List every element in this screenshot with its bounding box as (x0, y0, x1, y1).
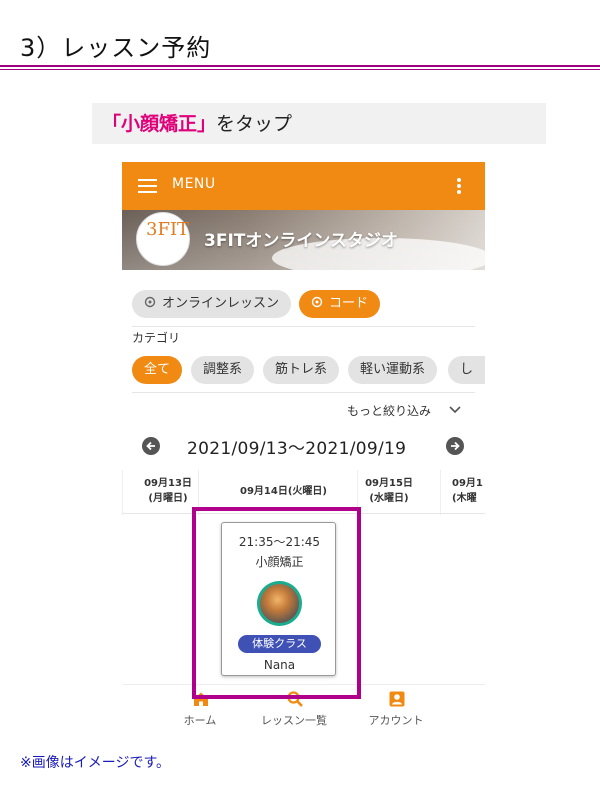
chip-online-lesson[interactable]: オンラインレッスン (132, 290, 292, 318)
instruction-highlight: 「小顔矯正」 (102, 113, 217, 135)
instruction-text: をタップ (216, 113, 293, 135)
day-header-mon: 09月13日 (月曜日) (132, 476, 204, 506)
heading-divider-thin (0, 69, 600, 70)
hamburger-menu-icon[interactable] (138, 176, 158, 196)
studio-logo: 3FIT (136, 212, 190, 266)
chip-code[interactable]: コード (299, 290, 381, 318)
day-date: 09月13日 (144, 478, 192, 489)
nav-account[interactable]: アカウント (346, 685, 446, 728)
logo-text: 3FIT (146, 219, 190, 240)
prev-week-icon[interactable] (142, 437, 160, 455)
studio-banner: 3FIT 3FITオンラインスタジオ (122, 210, 485, 270)
category-adjust[interactable]: 調整系 (191, 356, 255, 384)
category-label: カテゴリ (132, 331, 181, 345)
day-header-wed: 09月15日 (水曜日) (354, 476, 424, 506)
day-date: 09月15日 (365, 478, 413, 489)
day-weekday: (月曜日) (148, 493, 188, 504)
more-vert-icon[interactable] (455, 176, 463, 196)
page-heading: 3）レッスン予約 (20, 34, 212, 62)
next-week-icon[interactable] (446, 437, 464, 455)
menu-label[interactable]: MENU (172, 176, 216, 192)
chip-label: オンラインレッスン (162, 296, 280, 311)
day-weekday: (木曜 (452, 493, 477, 504)
account-icon (389, 691, 405, 707)
category-strength[interactable]: 筋トレ系 (263, 356, 340, 384)
nav-label: レッスン一覧 (261, 714, 327, 727)
day-weekday: (水曜日) (369, 493, 409, 504)
day-date: 09月14日(火曜日) (240, 486, 327, 497)
studio-title: 3FITオンラインスタジオ (204, 231, 399, 251)
day-header-thu: 09月1 (木曜 (452, 476, 485, 506)
day-header-tue: 09月14日(火曜日) (226, 484, 341, 499)
filter-more-button[interactable]: もっと絞り込み (347, 402, 431, 419)
heading-divider (0, 65, 600, 67)
instruction-box: 「小顔矯正」をタップ (92, 103, 546, 144)
image-note: ※画像はイメージです。 (20, 755, 171, 771)
nav-label: アカウント (368, 714, 424, 727)
category-all[interactable]: 全て (132, 356, 183, 384)
category-more[interactable]: し (448, 356, 485, 384)
app-bar: MENU (122, 162, 485, 210)
chip-label: コード (329, 296, 369, 311)
chevron-down-icon[interactable] (448, 402, 462, 416)
divider (132, 326, 475, 327)
tag-icon (144, 296, 156, 308)
tap-highlight-frame (192, 507, 361, 699)
tag-icon (311, 296, 323, 308)
divider (132, 392, 475, 393)
day-date: 09月1 (452, 478, 483, 489)
date-range: 2021/09/13〜2021/09/19 (187, 439, 407, 459)
nav-label: ホーム (183, 714, 217, 727)
category-light-exercise[interactable]: 軽い運動系 (348, 356, 438, 384)
